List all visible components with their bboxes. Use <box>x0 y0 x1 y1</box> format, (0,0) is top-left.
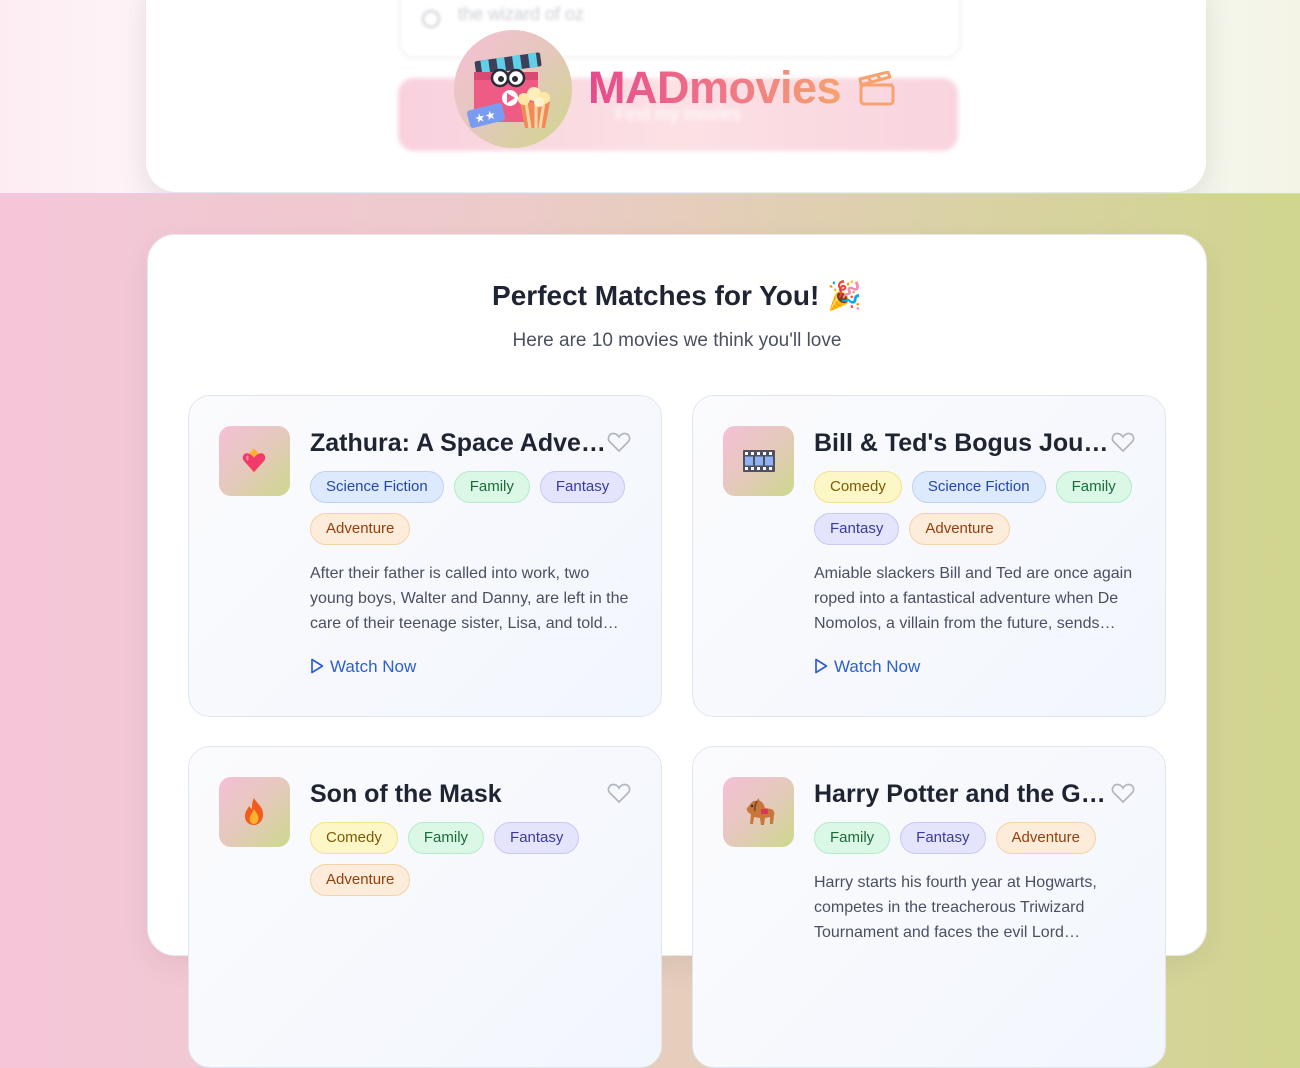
movie-card[interactable]: Bill & Ted's Bogus Journey Comedy Science… <box>692 395 1166 717</box>
genre-tag: Adventure <box>310 513 411 545</box>
genre-tag: Fantasy <box>494 822 580 854</box>
movie-thumbnail <box>723 777 794 847</box>
watch-now-label: Watch Now <box>834 657 921 676</box>
header: the wizard of oz Find my movies ★★ MADmo… <box>0 0 1300 194</box>
clapperboard-icon <box>858 71 895 106</box>
genre-tag: Science Fiction <box>911 471 1046 503</box>
search-input-placeholder: the wizard of oz <box>458 4 585 24</box>
movie-title: Son of the Mask <box>310 780 502 808</box>
logo: ★★ <box>454 30 572 148</box>
fire-emoji-icon <box>245 798 264 825</box>
movie-card[interactable]: Son of the Mask Comedy Family Fantasy Adven… <box>188 746 662 1068</box>
results-panel: Perfect Matches for You! 🎉 Here are 10 m… <box>147 234 1207 1068</box>
heart-on-fire-emoji-icon <box>242 448 266 473</box>
movie-title: Zathura: A Space Adventure <box>310 429 608 457</box>
horse-emoji-icon <box>746 798 775 825</box>
genre-tag: Fantasy <box>539 471 626 503</box>
genre-tags: Comedy Science Fiction Family Fantasy Advent… <box>814 471 1144 555</box>
genre-tag: Family <box>1055 471 1132 503</box>
genre-tag: Adventure <box>310 864 411 896</box>
brand-name: MADmovies <box>588 62 842 113</box>
genre-tag: Family <box>407 822 485 854</box>
genre-tag: Adventure <box>909 513 1010 545</box>
genre-tag: Fantasy <box>900 822 986 854</box>
genre-tag: Adventure <box>995 822 1096 854</box>
film-frames-emoji-icon <box>743 450 775 472</box>
genre-tag: Comedy <box>310 822 398 854</box>
watch-now-label: Watch Now <box>330 657 417 676</box>
watch-now-link[interactable]: Watch Now <box>814 657 920 677</box>
movie-card[interactable]: Zathura: A Space Adventure Science Ficti… <box>188 395 662 717</box>
play-icon <box>311 658 324 674</box>
clapperboard-popcorn-mascot-icon: ★★ <box>467 52 550 129</box>
results-title: Perfect Matches for You! 🎉 <box>492 280 862 311</box>
favorite-heart-icon[interactable] <box>607 431 631 453</box>
movie-title: Harry Potter and the Goblet of Fire <box>814 780 1112 808</box>
movie-title: Bill & Ted's Bogus Journey <box>814 429 1112 457</box>
movie-card[interactable]: Harry Potter and the Goblet of Fire Fami… <box>692 746 1166 1068</box>
movie-description: Amiable slackers Bill and Ted are once a… <box>814 565 1133 632</box>
favorite-heart-icon[interactable] <box>1111 431 1135 453</box>
movie-description: After their father is called into work, … <box>310 565 629 632</box>
genre-tags: Science Fiction Family Fantasy Adventure <box>310 471 640 555</box>
movie-thumbnail <box>219 777 290 847</box>
movie-description: Harry starts his fourth year at Hogwarts… <box>814 874 1097 941</box>
watch-now-link[interactable]: Watch Now <box>310 657 416 677</box>
genre-tags: Comedy Family Fantasy Adventure <box>310 822 640 906</box>
genre-tag: Family <box>814 822 891 854</box>
play-icon <box>815 658 828 674</box>
movie-thumbnail <box>723 426 794 496</box>
genre-tag: Science Fiction <box>310 471 444 503</box>
genre-tag: Fantasy <box>814 513 900 545</box>
results-subtitle: Here are 10 movies we think you'll love <box>512 330 842 351</box>
favorite-heart-icon[interactable] <box>1111 782 1135 804</box>
movie-thumbnail <box>219 426 290 496</box>
genre-tag: Comedy <box>814 471 902 503</box>
favorite-heart-icon[interactable] <box>607 782 631 804</box>
search-icon <box>422 10 440 28</box>
genre-tag: Family <box>453 471 530 503</box>
genre-tags: Family Fantasy Adventure <box>814 822 1144 864</box>
